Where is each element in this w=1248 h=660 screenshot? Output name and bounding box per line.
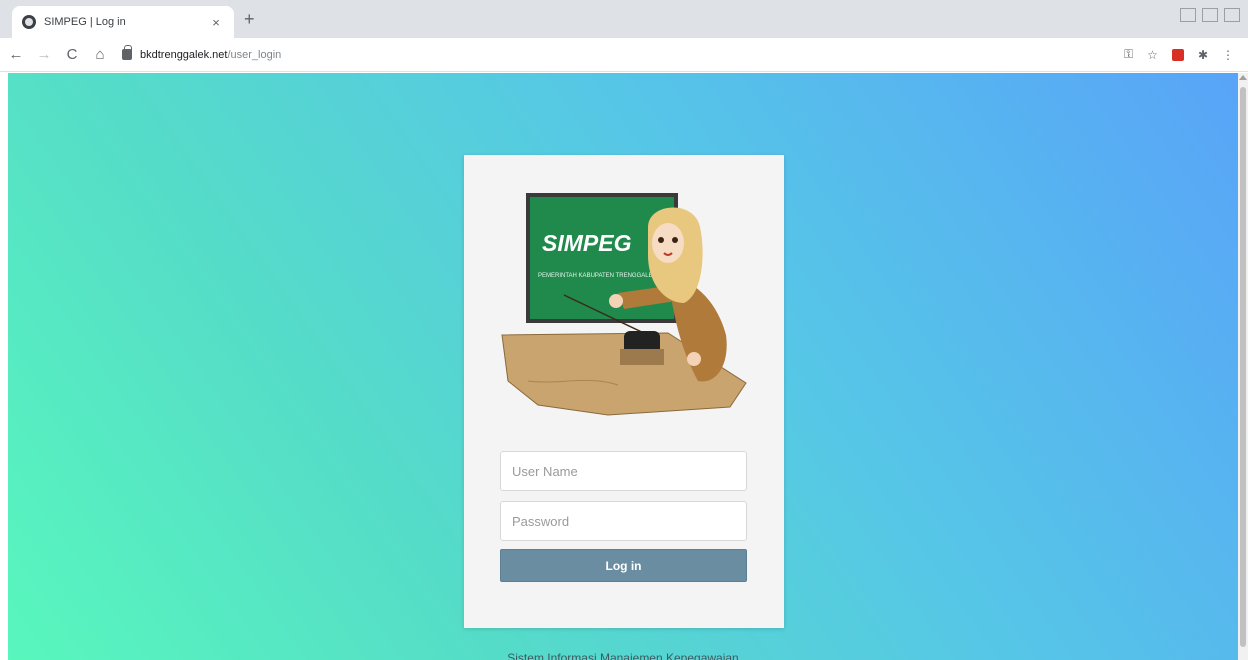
globe-icon — [22, 15, 36, 29]
url-path: /user_login — [227, 48, 282, 61]
tab-title: SIMPEG | Log in — [44, 16, 126, 28]
scroll-up-icon[interactable] — [1239, 75, 1247, 80]
page-scrollbar[interactable] — [1238, 73, 1248, 660]
simpeg-teacher-illustration: SIMPEG PEMERINTAH KABUPATEN TRENGGALEK — [501, 193, 747, 416]
home-icon[interactable]: ⌂ — [88, 43, 112, 67]
logo-text: SIMPEG — [542, 230, 632, 256]
logo-subtext: PEMERINTAH KABUPATEN TRENGGALEK — [538, 273, 657, 279]
browser-toolbar: ← → C ⌂ bkdtrenggalek.net /user_login ⚿ … — [0, 38, 1248, 72]
footer-text: Sistem Informasi Manajemen Kepegawaian — [507, 651, 739, 660]
page-viewport: SIMPEG PEMERINTAH KABUPATEN TRENGGALEK L… — [8, 73, 1238, 660]
login-card: SIMPEG PEMERINTAH KABUPATEN TRENGGALEK L… — [464, 155, 784, 628]
window-controls — [1180, 8, 1240, 22]
star-icon[interactable]: ☆ — [1147, 48, 1158, 62]
password-input[interactable] — [500, 501, 747, 541]
window-close-icon[interactable] — [1224, 8, 1240, 22]
menu-icon[interactable]: ⋮ — [1222, 48, 1234, 62]
key-icon[interactable]: ⚿ — [1124, 47, 1133, 62]
restore-icon[interactable] — [1202, 8, 1218, 22]
lock-icon — [122, 45, 132, 60]
reload-icon[interactable]: C — [60, 43, 84, 67]
back-icon[interactable]: ← — [4, 43, 28, 67]
login-button[interactable]: Log in — [500, 549, 747, 582]
forward-icon[interactable]: → — [32, 43, 56, 67]
extension-red-icon[interactable] — [1171, 48, 1184, 61]
puzzle-icon[interactable]: ✱ — [1198, 48, 1208, 62]
tab-close-icon[interactable]: × — [208, 15, 224, 30]
new-tab-button[interactable]: + — [244, 10, 255, 28]
minimize-icon[interactable] — [1180, 8, 1196, 22]
browser-tab-bar: SIMPEG | Log in × + — [0, 0, 1248, 38]
browser-tab[interactable]: SIMPEG | Log in × — [12, 6, 234, 38]
username-input[interactable] — [500, 451, 747, 491]
url-host: bkdtrenggalek.net — [140, 48, 228, 61]
extension-icons: ⚿ ☆ ✱ ⋮ — [1124, 47, 1234, 62]
scrollbar-thumb[interactable] — [1240, 87, 1246, 647]
address-bar[interactable]: bkdtrenggalek.net /user_login — [122, 42, 1124, 68]
